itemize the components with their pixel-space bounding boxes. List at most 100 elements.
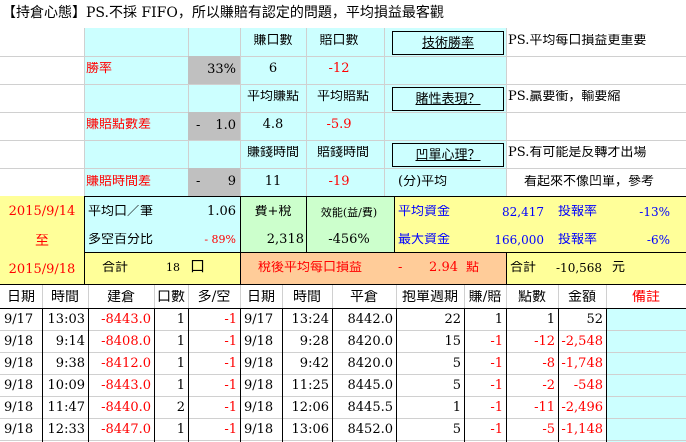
tech-win-rate-link[interactable]: 技術勝率 [392, 31, 504, 55]
table-header-cell: 時間 [293, 290, 321, 304]
table-cell: -1 [224, 335, 237, 348]
max-capital-label: 最大資金 [398, 233, 451, 246]
table-cell: 1 [176, 335, 185, 348]
table-cell: 1 [176, 423, 185, 436]
loss-count-value: -12 [328, 62, 350, 75]
grid-line [464, 308, 465, 442]
table-cell: -1 [224, 379, 237, 392]
bottom-fishing-link[interactable]: 凹單心理？ [392, 143, 504, 167]
fee-tax-label: 費+稅 [254, 205, 292, 218]
avg-loss-value: -5.9 [326, 118, 352, 131]
table-cell: 9:38 [55, 357, 85, 370]
table-cell: 9/18 [4, 379, 34, 392]
table-cell: 9/18 [244, 335, 274, 348]
table-cell: 9:28 [299, 335, 329, 348]
table-cell: 11:47 [47, 401, 85, 414]
table-cell: 9:42 [299, 357, 329, 370]
table-header-cell: 賺/賠 [468, 290, 502, 304]
table-cell: -1 [224, 313, 237, 326]
table-cell: 8420.0 [347, 357, 394, 370]
table-cell: 11:25 [291, 379, 329, 392]
header-title: 【持倉心態】PS.不採 FIFO，所以賺賠有認定的問題，平均損益最客觀 [2, 5, 444, 21]
table-cell: -548 [573, 379, 603, 392]
table-cell: -2,496 [561, 401, 603, 414]
lot-unit: 口 [190, 259, 206, 274]
grid-line [506, 308, 507, 442]
table-cell: 22 [444, 313, 461, 326]
table-cell: 9/18 [244, 401, 274, 414]
time-diff-sign: - [196, 174, 201, 189]
table-cell: 5 [452, 423, 461, 436]
grid-line [0, 396, 686, 397]
table-cell: 9/17 [4, 313, 34, 326]
table-cell: -5 [542, 423, 555, 436]
date-to: 至 [35, 234, 49, 248]
grid-line [0, 374, 686, 375]
table-cell: 8420.0 [347, 335, 394, 348]
table-cell: -1 [224, 423, 237, 436]
total-label-2: 合計 [510, 261, 537, 274]
avg-per-lot-value: 1.06 [207, 205, 236, 218]
table-cell: 5 [452, 379, 461, 392]
table-cell: -1 [224, 357, 237, 370]
table-cell: -12 [534, 335, 555, 348]
table-cell: -1 [490, 379, 503, 392]
table-cell: 8445.5 [347, 401, 394, 414]
avg-win-label: 平均賺點 [246, 90, 299, 103]
max-capital-value: 166,000 [494, 234, 544, 246]
table-cell: 9/18 [4, 357, 34, 370]
long-short-label: 多空百分比 [88, 233, 154, 246]
table-header-cell: 時間 [51, 290, 79, 304]
grid-line [396, 308, 397, 442]
time-diff-cell: - 9 [188, 168, 240, 196]
table-cell: 15 [444, 335, 461, 348]
point-diff-cell: - 1.0 [188, 112, 240, 140]
loss-count-label: 賠口數 [319, 34, 359, 47]
table-cell: 1 [176, 379, 185, 392]
table-cell: 13:24 [291, 313, 329, 326]
point-unit: 點 [466, 261, 480, 274]
table-header-cell: 日期 [247, 290, 275, 304]
table-cell: 12:33 [47, 423, 85, 436]
table-header-cell: 平倉 [350, 290, 378, 304]
table-cell: 1 [176, 313, 185, 326]
table-header-cell: 備註 [632, 290, 660, 304]
table-cell: -8443.0 [101, 379, 151, 392]
table-cell: 9/18 [244, 357, 274, 370]
after-tax-label: 稅後平均每口損益 [258, 261, 363, 274]
grid-line [240, 308, 241, 442]
grid-line [558, 308, 559, 442]
table-cell: 9/18 [4, 423, 34, 436]
table-cell: -8443.0 [101, 313, 151, 326]
gambling-text: 賭性表現？ [415, 92, 481, 107]
table-header-cell: 口數 [157, 290, 185, 304]
avg-per-lot-label: 平均口／筆 [88, 205, 154, 218]
table-header-cell: 日期 [7, 290, 35, 304]
tech-win-rate-text: 技術勝率 [421, 36, 474, 51]
gambling-link[interactable]: 賭性表現？ [392, 87, 504, 111]
roi-label-2: 投報率 [558, 233, 598, 246]
win-count-value: 6 [268, 62, 278, 75]
note-label: 看起來不像凹單，參考 [524, 175, 655, 188]
point-diff-sign: - [196, 118, 201, 133]
win-rate-label: 勝率 [86, 62, 113, 75]
total-amount: -10,568 [556, 262, 603, 274]
point-diff-value: 1.0 [215, 118, 236, 133]
table-cell: 12:06 [291, 401, 329, 414]
table-cell: 9/18 [244, 423, 274, 436]
efficiency-label: 效能(益/費) [320, 207, 378, 218]
table-cell: 13:06 [291, 423, 329, 436]
time-diff-value: 9 [227, 174, 236, 189]
table-header-cell: 抱單週期 [402, 290, 458, 304]
table-header-cell: 多/空 [197, 290, 231, 304]
table-cell: 1 [546, 313, 555, 326]
table-cell: 8452.0 [347, 423, 394, 436]
table-cell: 9/18 [4, 401, 34, 414]
win-time-value: 11 [264, 175, 282, 188]
grid-line [282, 308, 283, 442]
grid-line [0, 308, 686, 309]
grid-line [0, 418, 686, 419]
loss-time-value: -19 [328, 175, 350, 188]
grid-line [154, 308, 155, 442]
table-cell: 8445.0 [347, 379, 394, 392]
